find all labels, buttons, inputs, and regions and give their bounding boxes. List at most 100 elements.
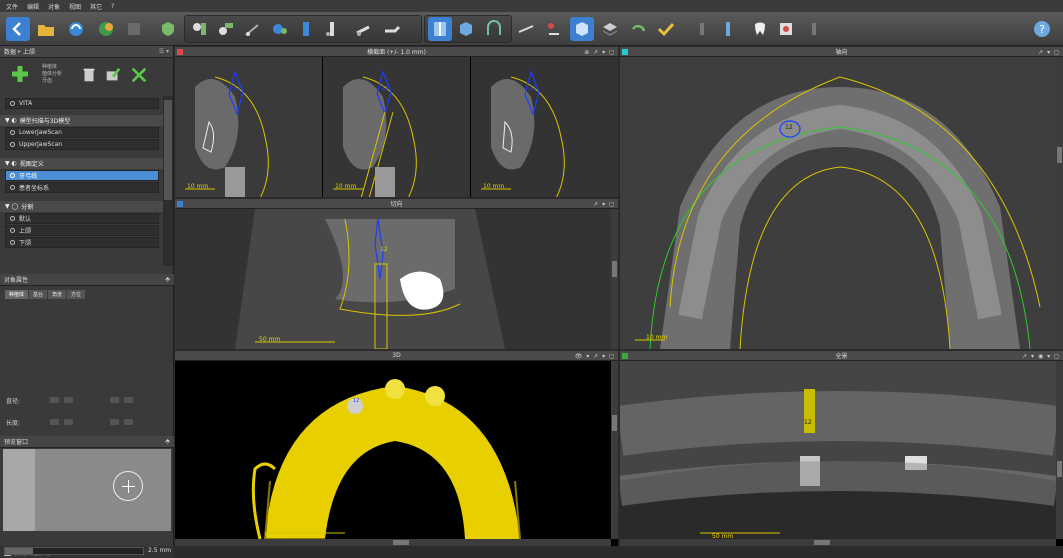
tangential-vscrollbar[interactable] — [611, 209, 618, 349]
trash-icon — [83, 68, 95, 82]
implant-angle-button[interactable] — [240, 17, 264, 41]
3d-view[interactable]: 3D 👁 ▾ ↗ ▾ ◻ 12 50 mm — [175, 351, 618, 546]
sleeve-tool-button[interactable] — [320, 17, 344, 41]
open-folder-button[interactable] — [34, 17, 58, 41]
menu-object[interactable]: 对象 — [48, 2, 60, 11]
model-row-upper[interactable]: UpperJawScan — [5, 139, 159, 150]
cylinder-tool-button[interactable] — [294, 17, 318, 41]
arch-curve-row[interactable]: 牙弓线 — [5, 170, 159, 181]
back-arrow-icon — [12, 22, 21, 36]
visibility-icon[interactable] — [10, 101, 15, 106]
visibility-icon[interactable] — [10, 130, 15, 135]
length-dec-button[interactable] — [50, 419, 59, 425]
help-button[interactable]: ? — [1030, 17, 1054, 41]
cube-view-button[interactable] — [570, 17, 594, 41]
view-controls-icon[interactable]: ⊕ ↗ ▾ ◻ — [584, 49, 615, 56]
view-layout-button[interactable] — [428, 17, 452, 41]
sphere-tool-button[interactable] — [268, 17, 292, 41]
visibility-icon[interactable] — [10, 173, 15, 178]
vita-row[interactable]: VITA — [5, 98, 159, 109]
view-3d-button[interactable] — [454, 17, 478, 41]
shield-button[interactable] — [156, 17, 180, 41]
measure-icon — [518, 25, 534, 33]
visibility-icon[interactable] — [10, 240, 15, 245]
tab-implant[interactable]: 种植体 — [5, 290, 29, 299]
length-alt-inc[interactable] — [124, 419, 133, 425]
preview-viewport[interactable] — [3, 449, 171, 531]
diameter-inc-button[interactable] — [64, 397, 73, 403]
segment-default-row[interactable]: 默认 — [5, 213, 159, 224]
tooth-button[interactable] — [748, 17, 772, 41]
menu-file[interactable]: 文件 — [6, 2, 18, 11]
edit-object-button[interactable] — [104, 66, 122, 86]
record-button[interactable] — [774, 17, 798, 41]
collapse-button[interactable] — [130, 66, 148, 86]
layers-icon — [602, 23, 618, 36]
chevron-down-icon[interactable]: ⬘ — [165, 438, 170, 445]
menu-help[interactable]: ? — [111, 3, 114, 10]
tab-orientation[interactable]: 方位 — [67, 290, 86, 299]
panoramic-view[interactable]: 全景 ↗ ▾ ◉ ▾ ◻ 12 50 mm — [620, 351, 1063, 546]
measure-tool-button[interactable] — [514, 17, 538, 41]
guide-tool-button[interactable] — [380, 17, 404, 41]
visibility-icon[interactable] — [10, 216, 15, 221]
implant-number-label: 12 — [381, 85, 389, 92]
visibility-icon[interactable] — [10, 228, 15, 233]
panel-menu-icon[interactable]: ☰ ▾ — [159, 48, 169, 55]
diameter-dec-button[interactable] — [50, 397, 59, 403]
confirm-button[interactable] — [654, 17, 678, 41]
view-controls-icon[interactable]: 👁 ▾ ↗ ▾ ◻ — [575, 353, 615, 360]
view-arch-button[interactable] — [482, 17, 506, 41]
chevron-down-icon[interactable]: ⬘ — [165, 276, 170, 283]
tangential-view[interactable]: 切向 ↗ ▾ ◻ 12 50 mm — [175, 199, 618, 349]
undo-button[interactable] — [626, 17, 650, 41]
drill-tool-button[interactable] — [352, 17, 376, 41]
view-controls-icon[interactable]: ↗ ▾ ◉ ▾ ◻ — [1022, 353, 1060, 360]
models-section-header[interactable]: ▼ ◐ 模型扫描与3D模型 — [0, 115, 173, 126]
back-button[interactable] — [6, 17, 30, 41]
tab-abutment[interactable]: 基台 — [29, 290, 48, 299]
length-alt-dec[interactable] — [110, 419, 119, 425]
diameter-alt-inc[interactable] — [124, 397, 133, 403]
cross-section-view[interactable]: 横截面 (+/- 1.0 mm) ⊕ ↗ ▾ ◻ 12 12 12 10 mm … — [175, 47, 618, 197]
panoramic-hscrollbar[interactable] — [620, 539, 1056, 546]
visibility-icon[interactable] — [10, 142, 15, 147]
length-inc-button[interactable] — [64, 419, 73, 425]
segment-lower-row[interactable]: 下颌 — [5, 237, 159, 248]
panoramic-vscrollbar[interactable] — [1056, 361, 1063, 539]
plus-icon — [12, 66, 28, 82]
3d-model-image — [175, 361, 611, 539]
marker-tool-button[interactable] — [542, 17, 566, 41]
slice-thickness-slider[interactable] — [4, 547, 144, 555]
view-controls-icon[interactable]: ↗ ▾ ◻ — [1038, 49, 1060, 56]
disabled-tool-button[interactable] — [122, 17, 146, 41]
export-button[interactable] — [802, 17, 826, 41]
add-object-button[interactable] — [10, 64, 30, 84]
tab-angle[interactable]: 角度 — [48, 290, 67, 299]
implant-number-label: 12 — [529, 85, 537, 92]
3d-vscrollbar[interactable] — [611, 361, 618, 539]
menu-view[interactable]: 视图 — [69, 2, 81, 11]
view-controls-icon[interactable]: ↗ ▾ ◻ — [593, 201, 615, 208]
model-row-lower[interactable]: LowerJawScan — [5, 127, 159, 138]
menu-other[interactable]: 其它 — [90, 2, 102, 11]
diameter-alt-dec[interactable] — [110, 397, 119, 403]
sleeve-disabled-button[interactable] — [690, 17, 714, 41]
segment-section-header[interactable]: ▼ ◯ 分割 — [0, 201, 173, 212]
implant-edit-button[interactable] — [214, 17, 238, 41]
visibility-icon[interactable] — [10, 185, 15, 190]
delete-button[interactable] — [80, 66, 98, 86]
implant-place-button[interactable] — [188, 17, 212, 41]
implant-library-button[interactable] — [716, 17, 740, 41]
globe-button[interactable] — [94, 17, 118, 41]
object-list-scrollbar[interactable] — [163, 96, 173, 266]
patient-coords-row[interactable]: 患者坐标系 — [5, 182, 159, 193]
3d-hscrollbar[interactable] — [175, 539, 611, 546]
layers-button[interactable] — [598, 17, 622, 41]
sync-button[interactable] — [64, 17, 88, 41]
coords-section-header[interactable]: ▼ ◐ 视图定义 — [0, 158, 173, 169]
axial-view[interactable]: 轴向 ↗ ▾ ◻ 12 10 mm — [620, 47, 1063, 349]
segment-upper-row[interactable]: 上颌 — [5, 225, 159, 236]
menu-edit[interactable]: 编辑 — [27, 2, 39, 11]
axial-vscrollbar[interactable] — [1056, 57, 1063, 349]
